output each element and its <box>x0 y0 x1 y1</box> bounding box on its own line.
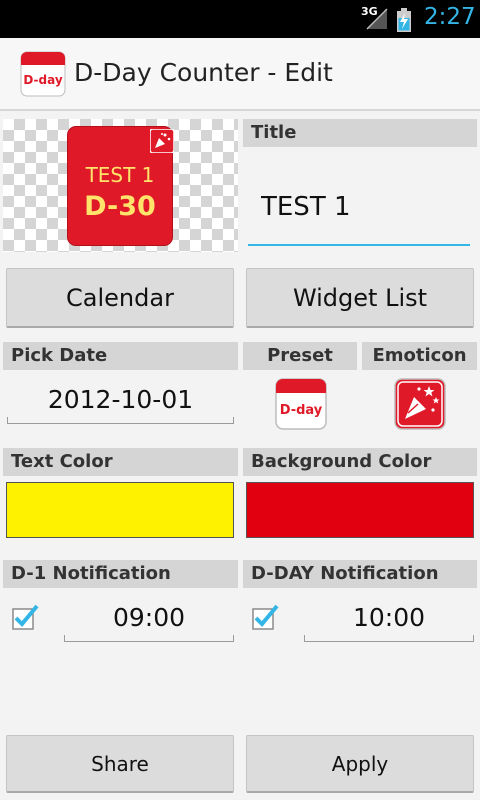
app-calendar-icon: D-day <box>20 51 66 97</box>
action-bar: D-day D-Day Counter - Edit <box>0 38 480 111</box>
signal-icon <box>366 8 388 30</box>
background-color-swatch[interactable] <box>246 482 474 538</box>
text-color-swatch[interactable] <box>6 482 234 538</box>
pick-date-label: Pick Date <box>3 342 238 370</box>
widget-list-button[interactable]: Widget List <box>246 268 474 328</box>
dday-notification-label: D-DAY Notification <box>243 560 477 588</box>
battery-charging-icon <box>397 8 411 32</box>
preset-icon-text: D-day <box>280 403 323 418</box>
emoticon-party-icon[interactable] <box>393 377 447 431</box>
share-button[interactable]: Share <box>6 735 234 793</box>
title-input[interactable] <box>248 170 470 246</box>
dday-notification-checkbox[interactable] <box>251 603 279 631</box>
d1-notification-checkbox[interactable] <box>11 603 39 631</box>
apply-button[interactable]: Apply <box>246 735 474 793</box>
text-color-label: Text Color <box>3 448 238 476</box>
d1-time-field[interactable]: 09:00 <box>64 598 234 642</box>
status-bar: 3G 2:27 <box>0 0 480 38</box>
emoticon-label: Emoticon <box>362 342 477 370</box>
d1-notification-label: D-1 Notification <box>3 560 238 588</box>
date-picker-field[interactable]: 2012-10-01 <box>7 380 234 424</box>
dday-time-field[interactable]: 10:00 <box>304 598 474 642</box>
widget-tile: TEST 1 D-30 <box>67 126 174 246</box>
preset-label: Preset <box>243 342 357 370</box>
calendar-button[interactable]: Calendar <box>6 268 234 328</box>
page-title: D-Day Counter - Edit <box>74 58 333 87</box>
widget-preview: TEST 1 D-30 <box>3 119 238 252</box>
widget-count-text: D-30 <box>84 191 156 222</box>
title-label: Title <box>243 119 477 147</box>
app-icon-text: D-day <box>23 73 62 87</box>
background-color-label: Background Color <box>243 448 477 476</box>
widget-title-text: TEST 1 <box>85 163 155 187</box>
preset-calendar-icon[interactable]: D-day <box>274 377 328 431</box>
party-popper-icon <box>150 129 174 153</box>
status-clock: 2:27 <box>424 4 476 30</box>
